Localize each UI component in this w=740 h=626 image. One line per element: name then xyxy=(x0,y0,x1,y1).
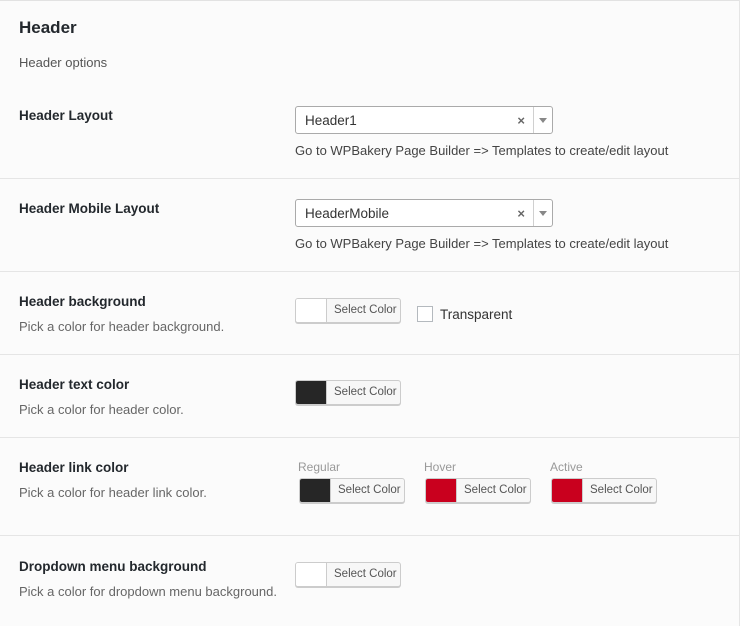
link-active-color-button[interactable]: Select Color xyxy=(551,478,657,503)
link-hover-color-button[interactable]: Select Color xyxy=(425,478,531,503)
header-background-color-button[interactable]: Select Color xyxy=(295,298,401,323)
color-swatch xyxy=(296,381,327,404)
color-swatch xyxy=(426,479,457,502)
select-color-label: Select Color xyxy=(590,484,653,496)
header-background-row: Header background Pick a color for heade… xyxy=(0,272,740,355)
header-mobile-layout-value: HeaderMobile xyxy=(305,206,390,221)
clear-icon[interactable]: × xyxy=(517,113,525,128)
link-regular-color-button[interactable]: Select Color xyxy=(299,478,405,503)
color-swatch xyxy=(296,563,327,586)
header-text-color-button[interactable]: Select Color xyxy=(295,380,401,405)
top-divider xyxy=(0,0,740,1)
header-link-color-row: Header link color Pick a color for heade… xyxy=(0,438,740,536)
dropdown-menu-background-description: Pick a color for dropdown menu backgroun… xyxy=(19,584,277,599)
header-background-description: Pick a color for header background. xyxy=(19,319,225,334)
header-link-color-label: Header link color xyxy=(19,460,129,475)
header-layout-label: Header Layout xyxy=(19,108,113,123)
dropdown-menu-background-label: Dropdown menu background xyxy=(19,559,207,574)
header-layout-row: Header Layout Header1 × Go to WPBakery P… xyxy=(0,86,740,179)
header-mobile-layout-select[interactable]: HeaderMobile × xyxy=(295,199,553,227)
select-color-label: Select Color xyxy=(334,304,397,316)
dropdown-toggle[interactable] xyxy=(533,200,552,226)
select-color-label: Select Color xyxy=(338,484,401,496)
color-swatch xyxy=(300,479,331,502)
transparent-label: Transparent xyxy=(440,307,513,322)
dropdown-toggle[interactable] xyxy=(533,107,552,133)
color-swatch xyxy=(296,299,327,322)
active-label: Active xyxy=(550,460,583,474)
header-layout-value: Header1 xyxy=(305,113,357,128)
select-color-label: Select Color xyxy=(334,386,397,398)
chevron-down-icon xyxy=(539,211,547,216)
header-mobile-layout-label: Header Mobile Layout xyxy=(19,201,160,216)
dropdown-menu-background-color-button[interactable]: Select Color xyxy=(295,562,401,587)
header-mobile-layout-hint: Go to WPBakery Page Builder => Templates… xyxy=(295,236,669,251)
hover-label: Hover xyxy=(424,460,457,474)
header-layout-select[interactable]: Header1 × xyxy=(295,106,553,134)
header-mobile-layout-row: Header Mobile Layout HeaderMobile × Go t… xyxy=(0,179,740,272)
select-color-label: Select Color xyxy=(334,568,397,580)
transparent-checkbox[interactable] xyxy=(417,306,433,322)
header-background-label: Header background xyxy=(19,294,146,309)
header-text-color-label: Header text color xyxy=(19,377,130,392)
header-layout-hint: Go to WPBakery Page Builder => Templates… xyxy=(295,143,669,158)
chevron-down-icon xyxy=(539,118,547,123)
regular-label: Regular xyxy=(298,460,341,474)
section-description: Header options xyxy=(19,55,108,70)
color-swatch xyxy=(552,479,583,502)
header-text-color-description: Pick a color for header color. xyxy=(19,402,184,417)
select-color-label: Select Color xyxy=(464,484,527,496)
header-text-color-row: Header text color Pick a color for heade… xyxy=(0,355,740,438)
header-link-color-description: Pick a color for header link color. xyxy=(19,485,207,500)
clear-icon[interactable]: × xyxy=(517,206,525,221)
section-title: Header xyxy=(19,18,77,37)
dropdown-menu-background-row: Dropdown menu background Pick a color fo… xyxy=(0,536,740,626)
